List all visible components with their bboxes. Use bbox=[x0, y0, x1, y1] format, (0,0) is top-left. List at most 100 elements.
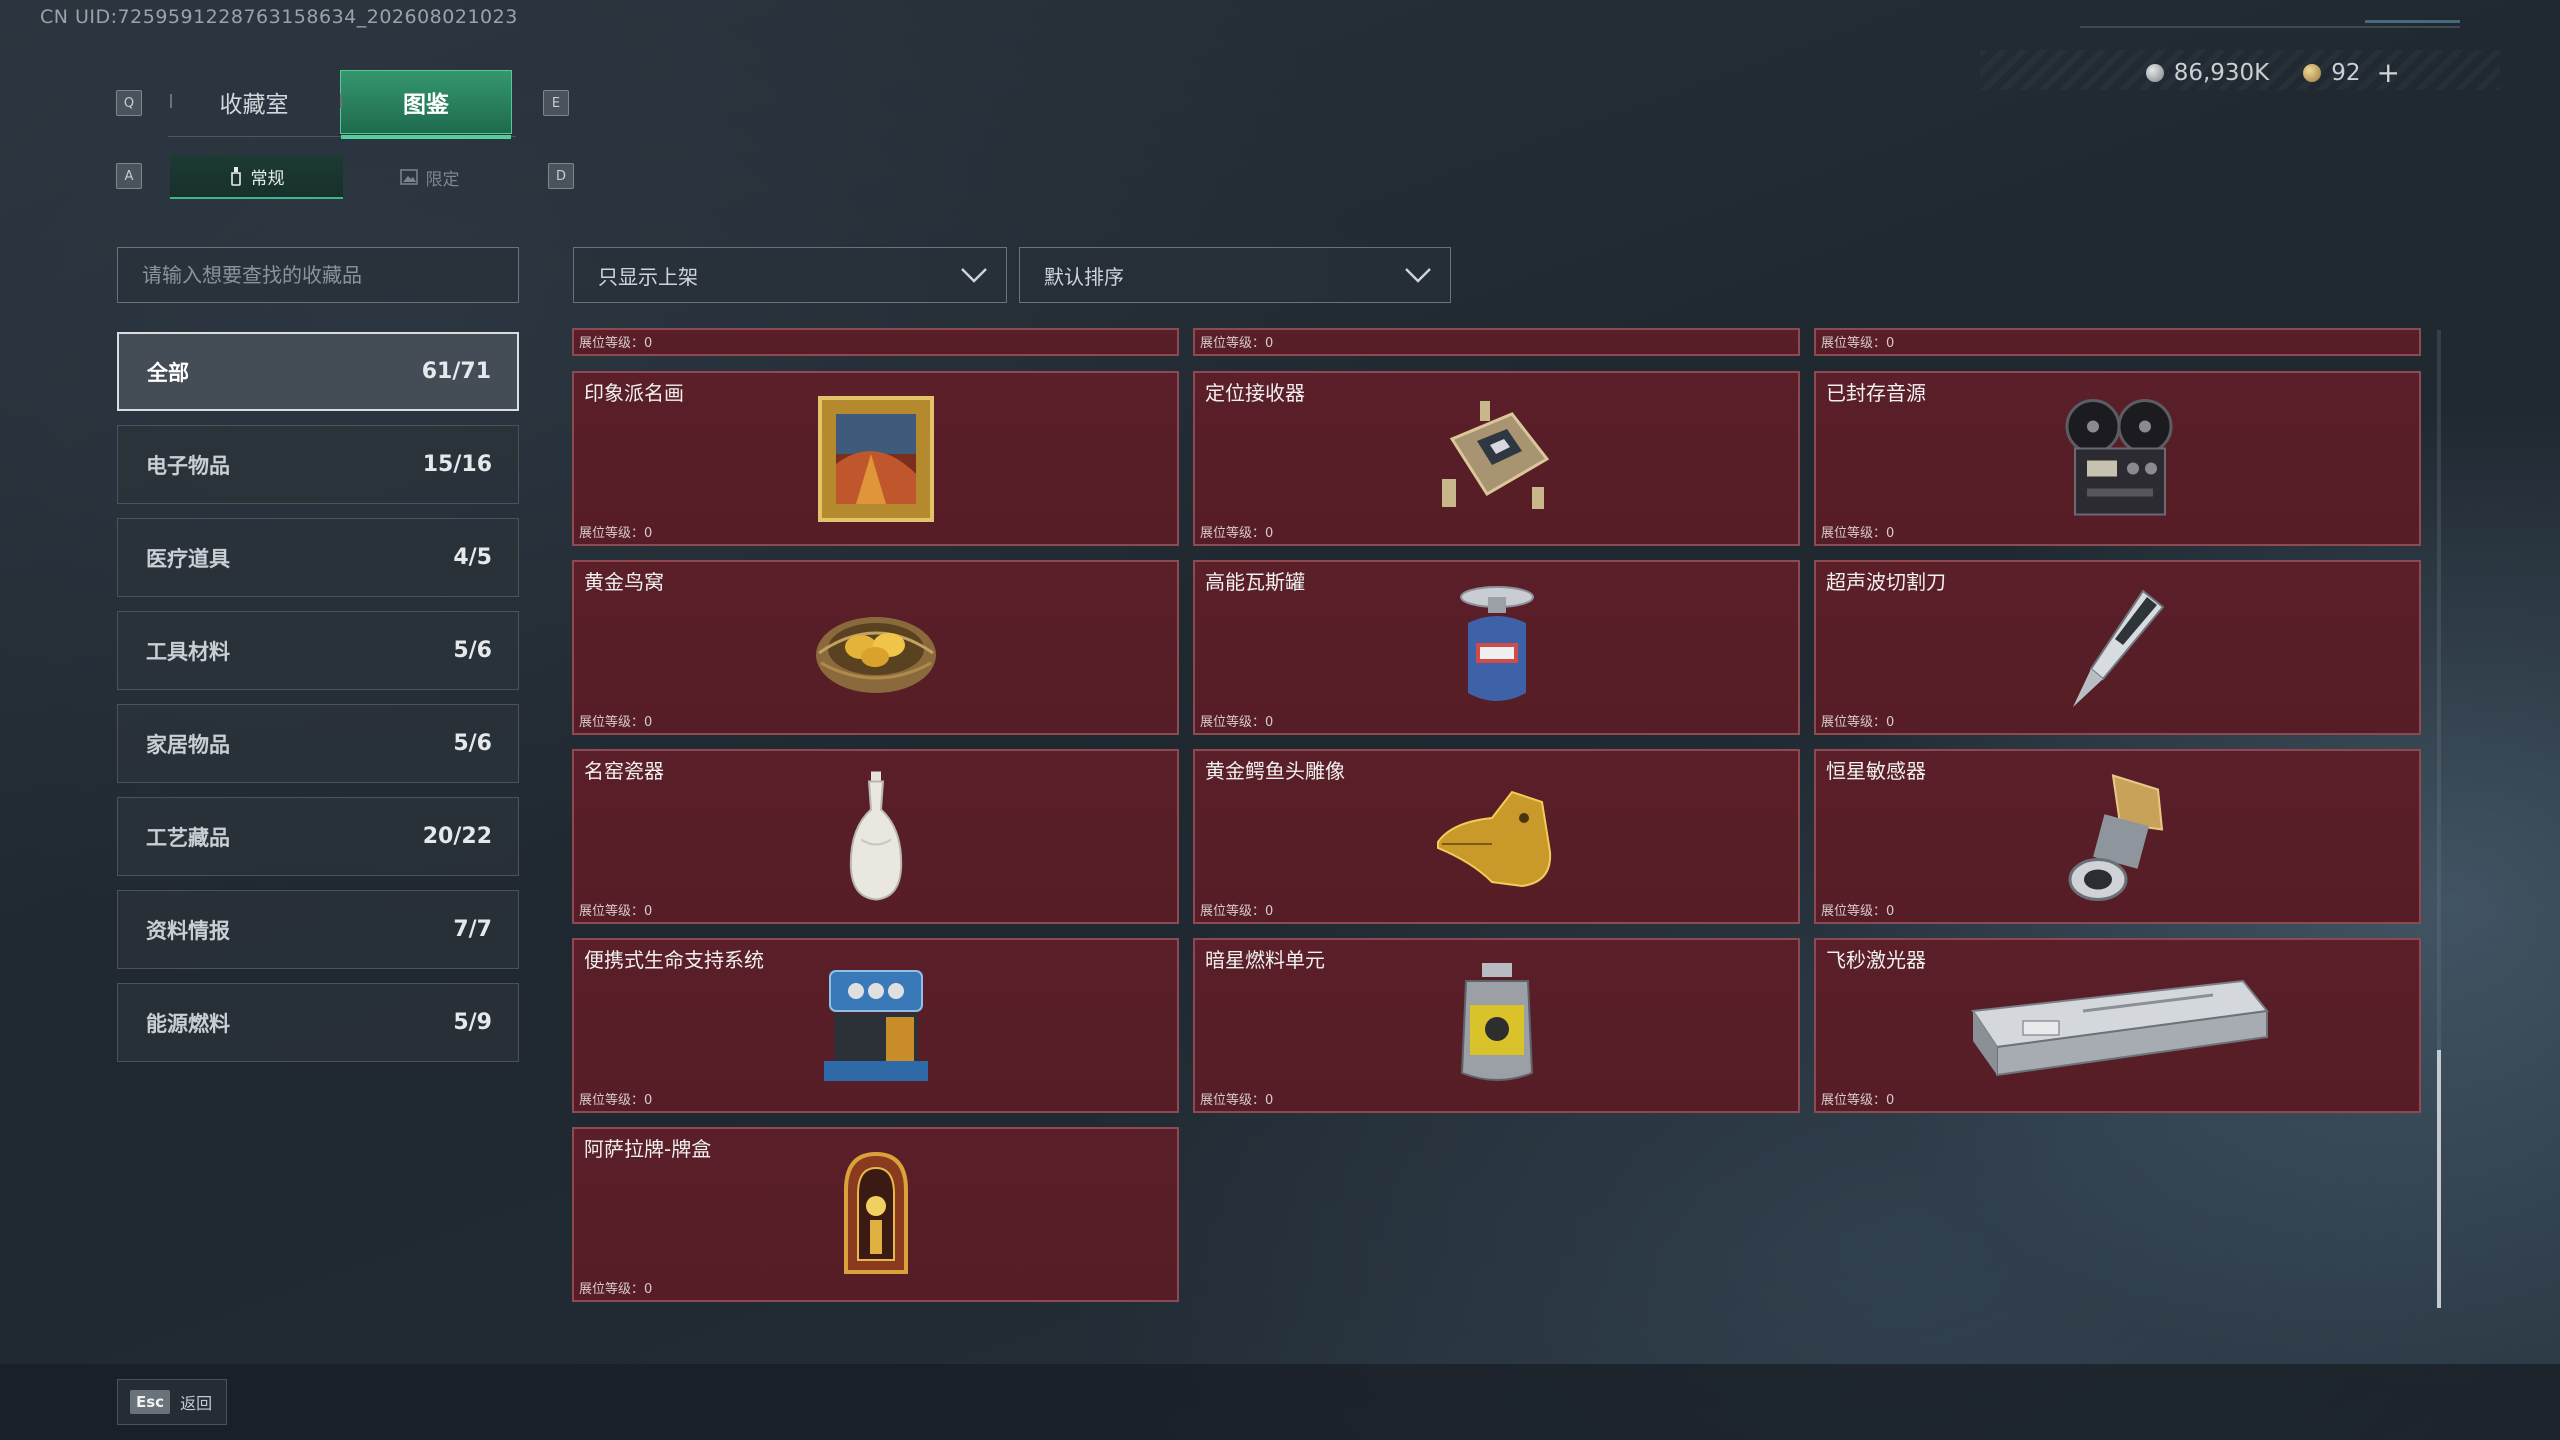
search-box[interactable] bbox=[117, 247, 519, 303]
category-count: 15/16 bbox=[422, 452, 492, 477]
item-name: 黄金鸟窝 bbox=[584, 570, 664, 594]
item-grid-partial-row: 展位等级：0 展位等级：0 展位等级：0 bbox=[572, 328, 2421, 356]
item-name: 飞秒激光器 bbox=[1826, 948, 1926, 972]
category-crafts[interactable]: 工艺藏品 20/22 bbox=[117, 797, 519, 876]
top-decoration-accent bbox=[2365, 20, 2460, 23]
category-label: 资料情报 bbox=[146, 918, 230, 943]
category-label: 工具材料 bbox=[146, 639, 230, 664]
key-hint-next-tab: E bbox=[543, 90, 569, 116]
gold-amount: 92 bbox=[2331, 59, 2361, 86]
item-card[interactable]: 恒星敏感器 展位等级：0 bbox=[1814, 749, 2421, 924]
item-card[interactable]: 阿萨拉牌-牌盒 展位等级：0 bbox=[572, 1127, 1179, 1302]
bottom-bar bbox=[0, 1364, 2560, 1440]
player-uid: CN UID:7259591228763158634_202608021023 bbox=[40, 6, 518, 28]
booth-level: 展位等级：0 bbox=[1200, 715, 1274, 730]
card-box-icon bbox=[843, 1151, 908, 1274]
laser-device-icon bbox=[1970, 979, 2269, 1076]
silver-amount: 86,930K bbox=[2173, 59, 2270, 86]
subtab-regular[interactable]: 常规 bbox=[170, 155, 343, 199]
category-household[interactable]: 家居物品 5/6 bbox=[117, 704, 519, 783]
category-electronics[interactable]: 电子物品 15/16 bbox=[117, 425, 519, 504]
item-card[interactable]: 黄金鸟窝 展位等级：0 bbox=[572, 560, 1179, 735]
item-name: 黄金鳄鱼头雕像 bbox=[1205, 759, 1345, 783]
item-card[interactable]: 超声波切割刀 展位等级：0 bbox=[1814, 560, 2421, 735]
item-card[interactable]: 名窑瓷器 展位等级：0 bbox=[572, 749, 1179, 924]
item-name: 定位接收器 bbox=[1205, 381, 1305, 405]
booth-level: 展位等级：0 bbox=[1200, 336, 1274, 351]
item-card-partial[interactable]: 展位等级：0 bbox=[572, 328, 1179, 356]
category-count: 5/6 bbox=[453, 638, 492, 663]
key-hint-prev-subtab: A bbox=[116, 163, 142, 189]
subtab-limited-label: 限定 bbox=[425, 169, 460, 190]
item-grid-viewport[interactable]: 展位等级：0 展位等级：0 展位等级：0 印象派名画 展位等级：0 定位接收器 bbox=[572, 328, 2424, 1308]
silver-coin-icon bbox=[2145, 63, 2164, 82]
tab-divider bbox=[340, 94, 342, 108]
gold-currency: 92 + bbox=[2303, 56, 2400, 89]
category-energy[interactable]: 能源燃料 5/9 bbox=[117, 983, 519, 1062]
star-sensor-icon bbox=[2068, 773, 2163, 901]
golden-nest-icon bbox=[815, 616, 936, 693]
booth-level: 展位等级：0 bbox=[579, 904, 653, 919]
booth-level: 展位等级：0 bbox=[1821, 715, 1895, 730]
category-list: 全部 61/71 电子物品 15/16 医疗道具 4/5 工具材料 5/6 家居物品 5/… bbox=[117, 332, 519, 1076]
back-button[interactable]: Esc 返回 bbox=[117, 1379, 227, 1425]
category-label: 家居物品 bbox=[146, 732, 230, 757]
item-card-partial[interactable]: 展位等级：0 bbox=[1193, 328, 1800, 356]
golden-crocodile-icon bbox=[1436, 790, 1551, 887]
shelf-filter-value: 只显示上架 bbox=[598, 264, 698, 289]
item-name: 便携式生命支持系统 bbox=[584, 948, 764, 972]
item-name: 恒星敏感器 bbox=[1826, 759, 1926, 783]
silver-currency: 86,930K bbox=[2145, 59, 2270, 86]
tab-catalog[interactable]: 图鉴 bbox=[340, 70, 512, 139]
painting-icon bbox=[817, 395, 934, 522]
scrollbar-thumb[interactable] bbox=[2437, 1050, 2441, 1308]
subtab-limited[interactable]: 限定 bbox=[343, 155, 516, 199]
bottle-icon bbox=[230, 167, 241, 186]
esc-key-hint: Esc bbox=[130, 1390, 171, 1414]
item-name: 高能瓦斯罐 bbox=[1205, 570, 1305, 594]
item-card[interactable]: 定位接收器 展位等级：0 bbox=[1193, 371, 1800, 546]
category-medical[interactable]: 医疗道具 4/5 bbox=[117, 518, 519, 597]
item-grid: 印象派名画 展位等级：0 定位接收器 展位等级：0 已封存音源 展位等级：0 黄… bbox=[572, 371, 2421, 1302]
item-card[interactable]: 已封存音源 展位等级：0 bbox=[1814, 371, 2421, 546]
subtab-regular-label: 常规 bbox=[250, 168, 285, 189]
item-card-partial[interactable]: 展位等级：0 bbox=[1814, 328, 2421, 356]
item-card[interactable]: 飞秒激光器 展位等级：0 bbox=[1814, 938, 2421, 1113]
item-card[interactable]: 便携式生命支持系统 展位等级：0 bbox=[572, 938, 1179, 1113]
booth-level: 展位等级：0 bbox=[1200, 1093, 1274, 1108]
sort-value: 默认排序 bbox=[1044, 264, 1124, 289]
key-hint-next-subtab: D bbox=[548, 163, 574, 189]
category-count: 7/7 bbox=[453, 917, 492, 942]
fuel-cell-icon bbox=[1460, 962, 1533, 1081]
booth-level: 展位等级：0 bbox=[579, 526, 653, 541]
category-label: 医疗道具 bbox=[146, 546, 230, 571]
item-name: 暗星燃料单元 bbox=[1205, 948, 1325, 972]
category-count: 20/22 bbox=[422, 824, 492, 849]
category-all[interactable]: 全部 61/71 bbox=[117, 332, 519, 411]
item-card[interactable]: 印象派名画 展位等级：0 bbox=[572, 371, 1179, 546]
booth-level: 展位等级：0 bbox=[1200, 526, 1274, 541]
shelf-filter-dropdown[interactable]: 只显示上架 bbox=[573, 247, 1007, 303]
tape-recorder-icon bbox=[2065, 398, 2172, 515]
add-currency-button[interactable]: + bbox=[2377, 56, 2400, 89]
tab-collection-room[interactable]: 收藏室 bbox=[168, 70, 340, 134]
booth-level: 展位等级：0 bbox=[579, 715, 653, 730]
search-input[interactable] bbox=[140, 262, 518, 288]
sort-dropdown[interactable]: 默认排序 bbox=[1019, 247, 1451, 303]
receiver-icon bbox=[1441, 400, 1549, 509]
category-intel[interactable]: 资料情报 7/7 bbox=[117, 890, 519, 969]
ultrasonic-cutter-icon bbox=[2072, 589, 2164, 707]
currency-bar: 86,930K 92 + bbox=[2145, 56, 2400, 89]
key-hint-prev-tab: Q bbox=[116, 90, 142, 116]
item-card[interactable]: 高能瓦斯罐 展位等级：0 bbox=[1193, 560, 1800, 735]
gas-canister-icon bbox=[1459, 585, 1534, 701]
item-card[interactable]: 暗星燃料单元 展位等级：0 bbox=[1193, 938, 1800, 1113]
item-card[interactable]: 黄金鳄鱼头雕像 展位等级：0 bbox=[1193, 749, 1800, 924]
top-decoration-line bbox=[2080, 26, 2460, 28]
category-label: 工艺藏品 bbox=[146, 825, 230, 850]
main-tabs-underline bbox=[168, 136, 516, 137]
booth-level: 展位等级：0 bbox=[1821, 336, 1895, 351]
item-name: 阿萨拉牌-牌盒 bbox=[584, 1137, 712, 1161]
booth-level: 展位等级：0 bbox=[579, 1093, 653, 1108]
category-tools[interactable]: 工具材料 5/6 bbox=[117, 611, 519, 690]
